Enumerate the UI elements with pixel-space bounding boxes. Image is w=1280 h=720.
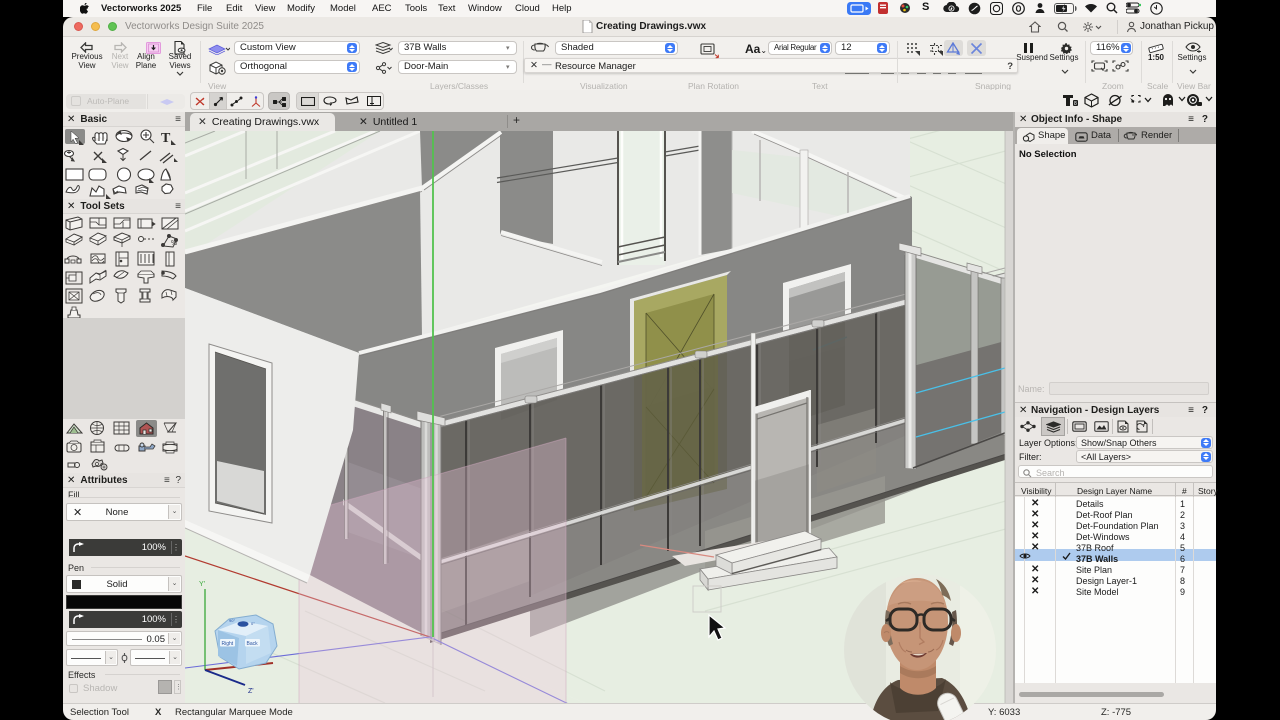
svg-text:Y': Y' (199, 581, 205, 588)
svg-text:0°: 0° (251, 621, 255, 626)
svg-text:Back: Back (247, 641, 259, 647)
svg-text:90°: 90° (229, 618, 235, 623)
svg-text:T: T (161, 131, 171, 146)
svg-text:Right: Right (222, 641, 234, 647)
svg-text:Z': Z' (248, 688, 254, 695)
svg-text:%: % (171, 240, 177, 247)
svg-text:8: 8 (1074, 101, 1077, 107)
